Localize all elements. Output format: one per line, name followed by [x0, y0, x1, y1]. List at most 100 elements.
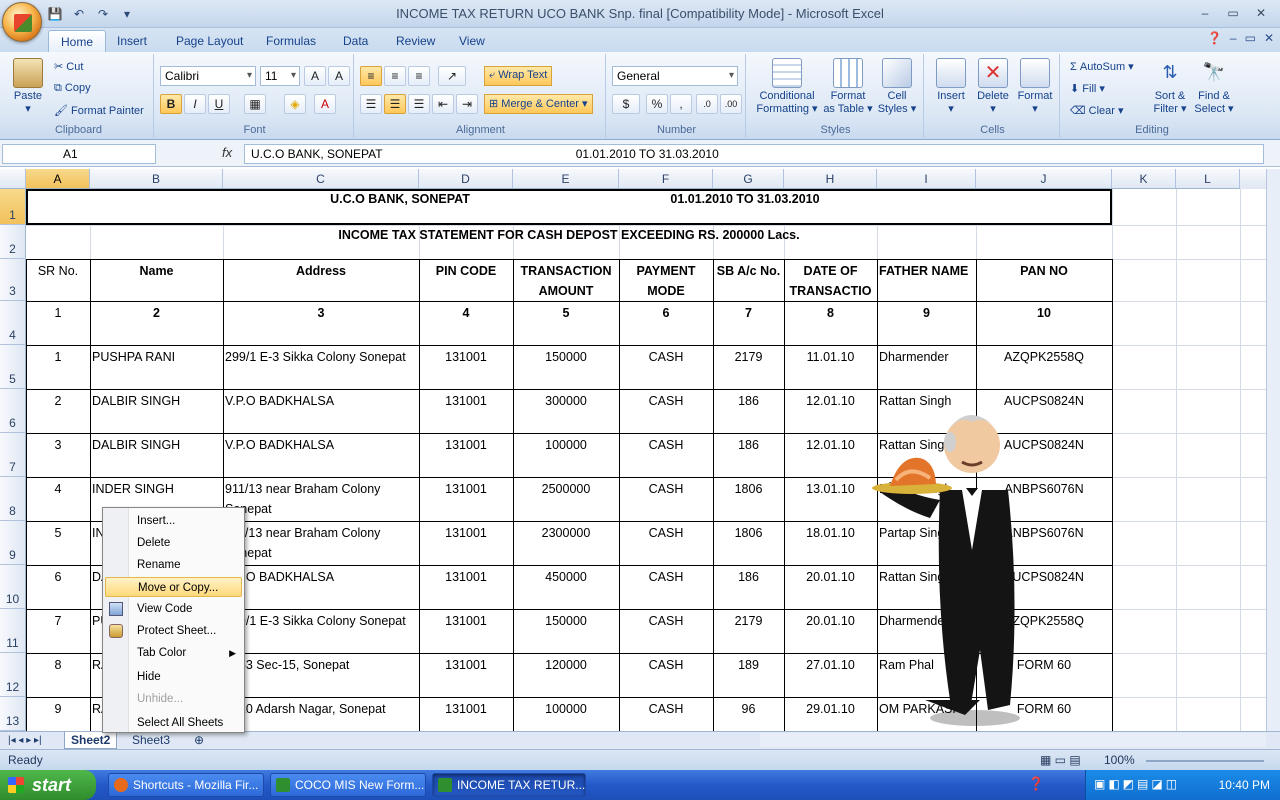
tab-data[interactable]: Data [331, 30, 380, 52]
grow-font-button[interactable]: A [304, 66, 326, 86]
sr-cell[interactable]: 7 [26, 611, 90, 631]
header-amount[interactable]: AMOUNT [513, 281, 619, 301]
align-left-icon[interactable]: ☰ [360, 94, 382, 114]
copy-button[interactable]: ⧉ Copy [54, 82, 91, 95]
col-number-5[interactable]: 5 [513, 303, 619, 323]
task-firefox[interactable]: Shortcuts - Mozilla Fir... [108, 773, 264, 797]
autosum-button[interactable]: Σ AutoSum ▾ [1070, 60, 1134, 73]
comma-button[interactable]: , [670, 94, 692, 114]
find-select-button[interactable]: 🔭 Find & Select ▾ [1192, 58, 1236, 116]
tray-icons[interactable]: ▣◧◩▤◪◫ [1094, 777, 1180, 791]
row-header-6[interactable]: 6 [0, 389, 26, 433]
start-button[interactable]: start [0, 770, 96, 800]
select-all-corner[interactable] [0, 169, 26, 189]
sheet-subtitle[interactable]: INCOME TAX STATEMENT FOR CASH DEPOST EXC… [26, 225, 1112, 245]
name-box[interactable]: A1 [2, 144, 156, 164]
sr-cell[interactable]: 2 [26, 391, 90, 411]
date-cell[interactable]: 27.01.10 [784, 655, 877, 675]
sb-cell[interactable]: 186 [713, 391, 784, 411]
horizontal-scrollbar[interactable] [760, 733, 1266, 747]
row-header-7[interactable]: 7 [0, 433, 26, 477]
currency-button[interactable]: $ [612, 94, 640, 114]
pin-cell[interactable]: 131001 [419, 435, 513, 455]
address-cell[interactable]: V.P.O BADKHALSA [223, 567, 419, 587]
col-number-8[interactable]: 8 [784, 303, 877, 323]
shrink-font-button[interactable]: A [328, 66, 350, 86]
sb-cell[interactable]: 1806 [713, 479, 784, 499]
sr-cell[interactable]: 5 [26, 523, 90, 543]
selected-cell-a1[interactable] [26, 189, 1112, 225]
percent-button[interactable]: % [646, 94, 668, 114]
header-sr-no[interactable]: SR No. [26, 261, 90, 281]
increase-indent-icon[interactable]: ⇥ [456, 94, 478, 114]
mode-cell[interactable]: CASH [619, 435, 713, 455]
mode-cell[interactable]: CASH [619, 391, 713, 411]
mode-cell[interactable]: CASH [619, 655, 713, 675]
sr-cell[interactable]: 9 [26, 699, 90, 719]
col-number-4[interactable]: 4 [419, 303, 513, 323]
address-cell[interactable]: 299/1 E-3 Sikka Colony Sonepat [223, 611, 419, 631]
name-cell[interactable]: INDER SINGH [90, 479, 223, 499]
sb-cell[interactable]: 1806 [713, 523, 784, 543]
menu-rename[interactable]: Rename [105, 555, 242, 575]
father-cell[interactable]: Dharmender [877, 347, 976, 367]
date-cell[interactable]: 13.01.10 [784, 479, 877, 499]
align-center-icon[interactable]: ☰ [384, 94, 406, 114]
header-mode[interactable]: MODE [619, 281, 713, 301]
help-tray-icon[interactable]: ❓ [1028, 776, 1044, 792]
align-bottom-icon[interactable]: ≡ [408, 66, 430, 86]
column-header-k[interactable]: K [1112, 169, 1176, 189]
pin-cell[interactable]: 131001 [419, 479, 513, 499]
menu-hide[interactable]: Hide [105, 667, 242, 687]
menu-delete[interactable]: Delete [105, 533, 242, 553]
column-header-a[interactable]: A [26, 169, 90, 189]
date-cell[interactable]: 12.01.10 [784, 391, 877, 411]
formula-input[interactable]: U.C.O BANK, SONEPAT 01.01.2010 TO 31.03.… [244, 144, 1264, 164]
row-header-12[interactable]: 12 [0, 653, 26, 697]
ribbon-close-icon[interactable]: ✕ [1264, 31, 1274, 45]
row-header-11[interactable]: 11 [0, 609, 26, 653]
merge-center-button[interactable]: ⊞ Merge & Center ▾ [484, 94, 593, 114]
address-cell[interactable]: 911/13 near Braham Colony [223, 523, 419, 543]
date-cell[interactable]: 12.01.10 [784, 435, 877, 455]
font-color-icon[interactable]: A [314, 94, 336, 114]
zoom-slider[interactable] [1146, 760, 1264, 762]
header-name[interactable]: Name [90, 261, 223, 281]
column-header-b[interactable]: B [90, 169, 223, 189]
header-address[interactable]: Address [223, 261, 419, 281]
insert-function-button[interactable]: fx [222, 145, 232, 160]
increase-decimal-icon[interactable]: .0 [696, 94, 718, 114]
paste-button[interactable]: Paste ▾ [8, 58, 48, 116]
fill-button[interactable]: ⬇ Fill ▾ [1070, 82, 1105, 95]
align-right-icon[interactable]: ☰ [408, 94, 430, 114]
header-transaction[interactable]: TRANSACTION [513, 261, 619, 281]
format-cells-button[interactable]: Format ▾ [1014, 58, 1056, 116]
amount-cell[interactable]: 100000 [513, 435, 619, 455]
sb-cell[interactable]: 2179 [713, 611, 784, 631]
column-header-g[interactable]: G [713, 169, 784, 189]
mode-cell[interactable]: CASH [619, 523, 713, 543]
ribbon-minimize-icon[interactable]: – [1230, 31, 1237, 45]
view-buttons-icon[interactable]: ▦ ▭ ▤ [1040, 753, 1081, 767]
date-cell[interactable]: 20.01.10 [784, 611, 877, 631]
zoom-level[interactable]: 100% [1104, 753, 1135, 767]
ribbon-restore-icon[interactable]: ▭ [1245, 31, 1256, 45]
column-header-h[interactable]: H [784, 169, 877, 189]
col-number-6[interactable]: 6 [619, 303, 713, 323]
italic-button[interactable]: I [184, 94, 206, 114]
row-header-3[interactable]: 3 [0, 259, 26, 301]
tab-view[interactable]: View [447, 30, 497, 52]
mode-cell[interactable]: CASH [619, 699, 713, 719]
help-icon[interactable]: ❓ [1207, 31, 1222, 45]
sr-cell[interactable]: 8 [26, 655, 90, 675]
align-middle-icon[interactable]: ≡ [384, 66, 406, 86]
address-cell[interactable]: 1410 Adarsh Nagar, Sonepat [223, 699, 419, 719]
office-button[interactable] [2, 2, 42, 42]
date-cell[interactable]: 29.01.10 [784, 699, 877, 719]
col-number-1[interactable]: 1 [26, 303, 90, 323]
task-income-tax[interactable]: INCOME TAX RETUR... [432, 773, 586, 797]
pan-cell[interactable]: AZQPK2558Q [976, 347, 1112, 367]
row-header-13[interactable]: 13 [0, 697, 26, 731]
row-header-5[interactable]: 5 [0, 345, 26, 389]
pin-cell[interactable]: 131001 [419, 567, 513, 587]
